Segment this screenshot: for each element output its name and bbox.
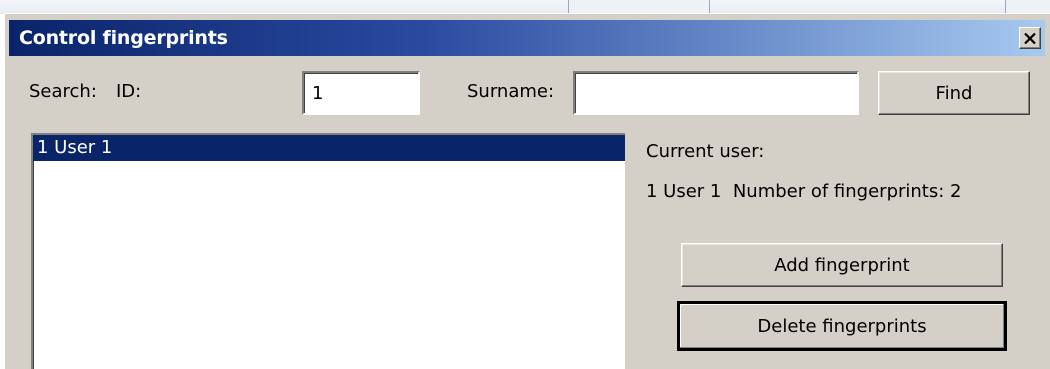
list-item-label: 1 User 1 (37, 137, 113, 158)
control-fingerprints-dialog: Control fingerprints Search: ID: Surname… (4, 13, 1050, 369)
window-title: Control fingerprints (19, 27, 228, 49)
background-window-strip (0, 0, 1050, 14)
close-icon (1024, 32, 1036, 44)
add-fingerprint-button[interactable]: Add fingerprint (681, 243, 1003, 287)
list-item[interactable]: 1 User 1 (33, 135, 625, 161)
current-user-heading: Current user: (646, 141, 765, 162)
title-bar: Control fingerprints (9, 20, 1045, 56)
background-tab (1005, 0, 1050, 14)
screen: Control fingerprints Search: ID: Surname… (0, 0, 1050, 369)
id-input[interactable] (302, 71, 420, 115)
surname-label: Surname: (467, 81, 555, 102)
current-user-info: 1 User 1 Number of fingerprints: 2 (646, 181, 962, 202)
close-button[interactable] (1019, 27, 1041, 49)
add-fingerprint-label: Add fingerprint (774, 254, 910, 276)
surname-input[interactable] (573, 71, 859, 115)
find-button[interactable]: Find (878, 71, 1030, 115)
background-tab (568, 0, 710, 14)
search-label: Search: (29, 81, 97, 102)
user-listbox[interactable]: 1 User 1 (31, 133, 625, 369)
delete-fingerprints-label: Delete fingerprints (757, 315, 927, 337)
delete-fingerprints-button[interactable]: Delete fingerprints (677, 301, 1007, 351)
find-button-label: Find (935, 82, 973, 104)
id-label: ID: (116, 81, 142, 102)
